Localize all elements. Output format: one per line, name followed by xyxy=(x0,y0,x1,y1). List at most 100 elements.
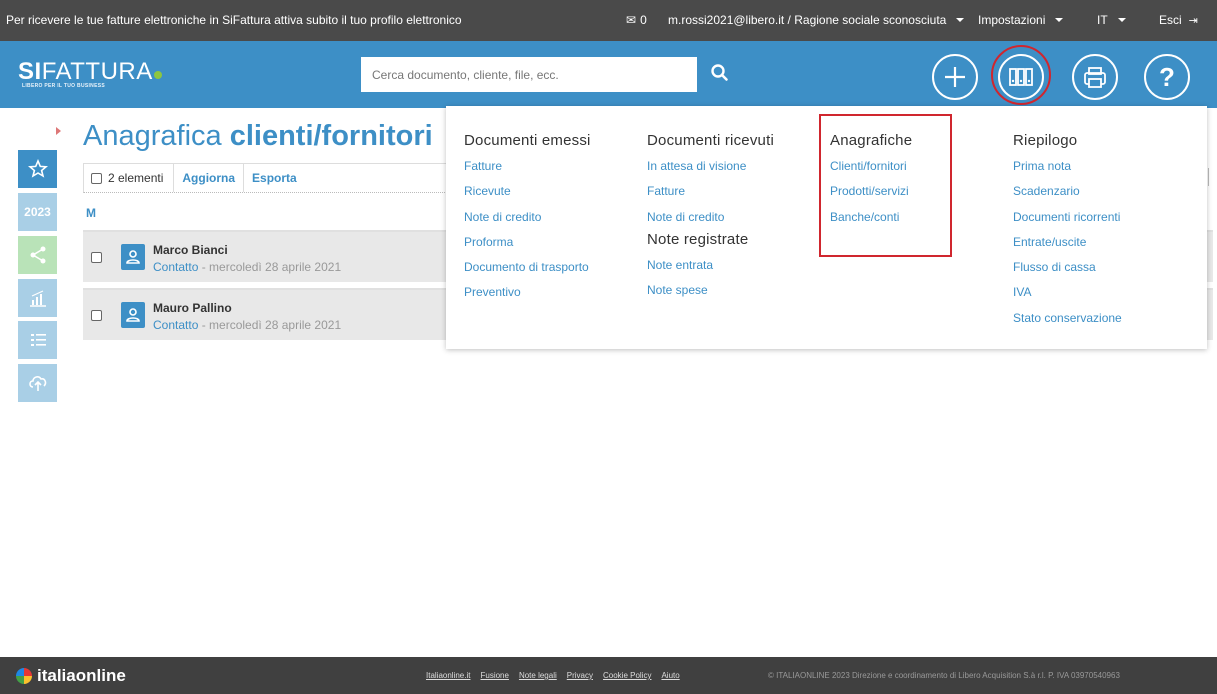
menu-item[interactable]: Stato conservazione xyxy=(1013,311,1122,336)
help-button[interactable]: ? xyxy=(1144,54,1190,100)
menu-item[interactable]: Note di credito xyxy=(464,210,591,235)
language-label: IT xyxy=(1097,13,1108,27)
contact-type[interactable]: Contatto xyxy=(153,318,198,332)
selection-count: 2 elementi xyxy=(108,171,164,185)
menu-heading: Note registrate xyxy=(647,230,749,248)
chevron-down-icon xyxy=(1117,18,1126,22)
footer-link[interactable]: Italiaonline.it xyxy=(426,671,470,680)
menu-column-summary: Riepilogo Prima nota Scadenzario Documen… xyxy=(1013,132,1122,336)
menu-item[interactable]: Fatture xyxy=(464,159,591,184)
print-button[interactable] xyxy=(1072,54,1118,100)
highlight-box xyxy=(819,114,952,257)
row-checkbox[interactable] xyxy=(91,310,102,321)
list-button[interactable] xyxy=(18,321,57,359)
share-icon xyxy=(30,246,45,264)
menu-item[interactable]: Fatture xyxy=(647,184,774,209)
footer-link[interactable]: Cookie Policy xyxy=(603,671,651,680)
upload-button[interactable] xyxy=(18,364,57,402)
contact-name[interactable]: Marco Bianci xyxy=(153,243,228,257)
logo-rest: FATTURA xyxy=(41,58,153,85)
footer-links: Italiaonline.it Fusione Note legali Priv… xyxy=(426,671,680,680)
list-toolbar: 2 elementi Aggiorna Esporta xyxy=(83,163,453,193)
menu-heading: Riepilogo xyxy=(1013,132,1078,149)
logo-tagline: LIBERO PER IL TUO BUSINESS xyxy=(22,83,105,89)
italiaonline-logo-icon xyxy=(16,668,32,684)
sifattura-logo[interactable]: SIFATTURA LIBERO PER IL TUO BUSINESS xyxy=(18,58,162,89)
contact-meta: Contatto - mercoledì 28 aprile 2021 xyxy=(153,260,341,274)
logout-label: Esci xyxy=(1159,13,1182,27)
menu-item[interactable]: Scadenzario xyxy=(1013,184,1122,209)
contact-name[interactable]: Mauro Pallino xyxy=(153,301,232,315)
menu-item[interactable]: Flusso di cassa xyxy=(1013,260,1122,285)
bar-chart-icon xyxy=(29,290,46,307)
select-all-checkbox[interactable] xyxy=(91,172,102,184)
menu-item[interactable]: Ricevute xyxy=(464,184,591,209)
menu-item[interactable]: Prima nota xyxy=(1013,159,1122,184)
star-icon xyxy=(27,159,48,178)
italiaonline-logo[interactable]: italiaonline xyxy=(16,666,126,686)
svg-text:?: ? xyxy=(1159,62,1175,92)
refresh-button[interactable]: Aggiorna xyxy=(173,164,243,192)
list-icon xyxy=(30,334,46,346)
language-menu[interactable]: IT xyxy=(1097,13,1126,27)
mail-counter[interactable]: ✉ 0 xyxy=(626,13,647,27)
menu-column-issued: Documenti emessi Fatture Ricevute Note d… xyxy=(464,132,591,311)
contact-meta: Contatto - mercoledì 28 aprile 2021 xyxy=(153,318,341,332)
logout-button[interactable]: Esci ⇥ xyxy=(1159,13,1198,27)
mail-icon: ✉ xyxy=(626,13,637,27)
sidebar-expand-arrow[interactable] xyxy=(56,127,61,135)
row-checkbox[interactable] xyxy=(91,252,102,263)
chevron-down-icon xyxy=(956,18,965,22)
contact-date: - mercoledì 28 aprile 2021 xyxy=(198,260,342,274)
menu-item[interactable]: IVA xyxy=(1013,285,1122,310)
menu-item[interactable]: Proforma xyxy=(464,235,591,260)
contact-date: - mercoledì 28 aprile 2021 xyxy=(198,318,342,332)
contact-type[interactable]: Contatto xyxy=(153,260,198,274)
settings-menu[interactable]: Impostazioni xyxy=(978,13,1064,27)
menu-item[interactable]: Documenti ricorrenti xyxy=(1013,210,1122,235)
page-footer: italiaonline Italiaonline.it Fusione Not… xyxy=(0,657,1217,694)
search-input[interactable] xyxy=(361,57,697,92)
search-button[interactable] xyxy=(710,62,732,86)
contact-avatar xyxy=(121,302,145,328)
copyright-text: © ITALIAONLINE 2023 Direzione e coordina… xyxy=(768,671,1120,680)
contact-avatar xyxy=(121,244,145,270)
year-button[interactable]: 2023 xyxy=(18,193,57,231)
new-document-button[interactable] xyxy=(932,54,978,100)
brand-label: italiaonline xyxy=(37,666,126,685)
top-bar: Per ricevere le tue fatture elettroniche… xyxy=(0,0,1217,41)
footer-link[interactable]: Fusione xyxy=(480,671,508,680)
footer-link[interactable]: Privacy xyxy=(567,671,593,680)
printer-icon xyxy=(1084,67,1106,88)
page-title-light: Anagrafica xyxy=(83,120,230,152)
user-icon xyxy=(126,308,140,322)
menu-item[interactable]: Documento di trasporto xyxy=(464,260,591,285)
menu-item[interactable]: Preventivo xyxy=(464,285,591,310)
menu-item[interactable]: Entrate/uscite xyxy=(1013,235,1122,260)
logout-icon: ⇥ xyxy=(1188,14,1198,27)
footer-link[interactable]: Aiuto xyxy=(661,671,679,680)
account-menu[interactable]: m.rossi2021@libero.it / Ragione sociale … xyxy=(668,13,965,27)
menu-item[interactable]: Note entrata xyxy=(647,258,774,283)
menu-column-received: Documenti ricevuti In attesa di visione … xyxy=(647,132,774,308)
search-icon xyxy=(711,64,728,81)
logo-bold: SI xyxy=(18,58,42,85)
cloud-upload-icon xyxy=(28,376,46,391)
account-label: m.rossi2021@libero.it / Ragione sociale … xyxy=(668,13,947,27)
menu-heading: Documenti ricevuti xyxy=(647,132,774,149)
menu-item[interactable]: In attesa di visione xyxy=(647,159,774,184)
chevron-down-icon xyxy=(1055,18,1064,22)
settings-label: Impostazioni xyxy=(978,13,1046,27)
favorites-button[interactable] xyxy=(18,150,57,188)
share-button[interactable] xyxy=(18,236,57,274)
promo-text[interactable]: Per ricevere le tue fatture elettroniche… xyxy=(6,13,462,27)
page-title: Anagrafica clienti/fornitori xyxy=(83,120,433,153)
user-icon xyxy=(126,250,140,264)
group-letter: M xyxy=(86,206,96,220)
logo-dot xyxy=(153,71,162,79)
menu-item[interactable]: Note spese xyxy=(647,283,774,308)
mail-count: 0 xyxy=(640,13,647,27)
export-button[interactable]: Esporta xyxy=(243,164,305,192)
footer-link[interactable]: Note legali xyxy=(519,671,557,680)
reports-button[interactable] xyxy=(18,279,57,317)
